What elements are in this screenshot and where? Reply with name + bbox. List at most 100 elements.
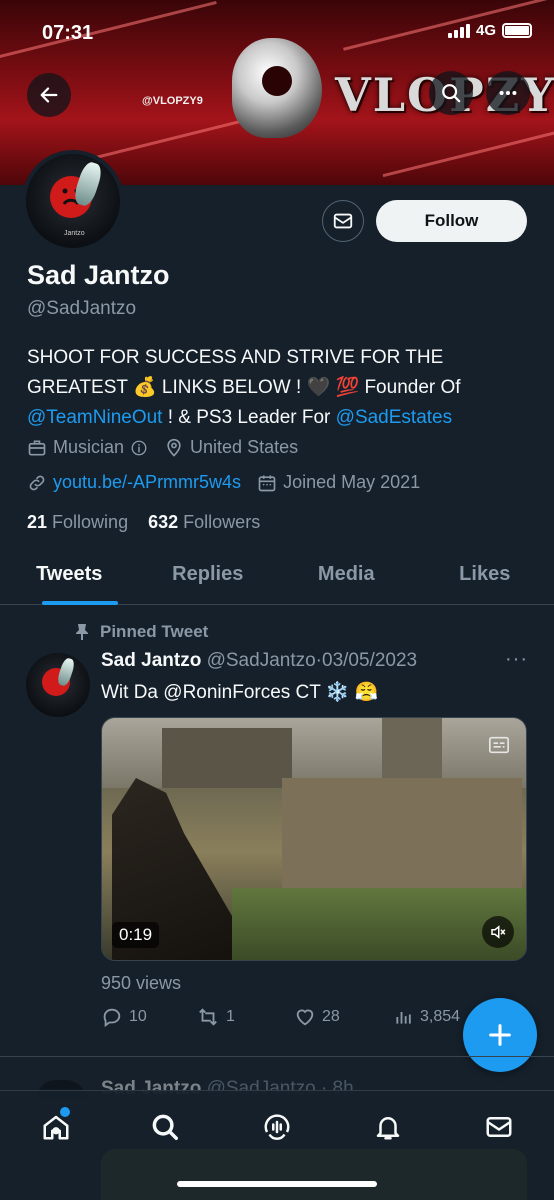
nav-home[interactable]: [38, 1107, 74, 1145]
video-building: [162, 728, 292, 788]
profile-meta-row-2: youtu.be/-APrmmr5w4s Joined May 2021: [27, 472, 436, 493]
tweet-divider: [0, 1056, 554, 1057]
profile-bio: SHOOT FOR SUCCESS AND STRIVE FOR THE GRE…: [27, 343, 527, 433]
tab-label: Replies: [172, 563, 244, 585]
tweet-header: Sad Jantzo @SadJantzo·03/05/2023: [101, 650, 417, 672]
followers-link[interactable]: 632 Followers: [148, 512, 260, 532]
following-label: Following: [52, 512, 129, 532]
home-indicator: [177, 1181, 377, 1187]
profile-avatar[interactable]: Jantzo: [22, 150, 124, 252]
mention-link-teamnineout[interactable]: @TeamNineOut: [27, 407, 162, 428]
profile-name: Sad Jantzo: [27, 260, 170, 290]
arrow-left-icon: [40, 87, 58, 103]
bell-icon: [376, 1117, 400, 1140]
follow-button[interactable]: Follow: [376, 200, 527, 242]
hundred-emoji: 💯: [335, 377, 360, 398]
battery-icon: [502, 23, 532, 38]
bio-text: ! & PS3 Leader For: [162, 407, 336, 428]
video-building: [282, 778, 522, 888]
pin-icon: [76, 624, 88, 640]
mention-link-sadestates[interactable]: @SadEstates: [336, 407, 452, 428]
website-link[interactable]: youtu.be/-APrmmr5w4s: [53, 472, 241, 493]
website-item[interactable]: youtu.be/-APrmmr5w4s: [27, 472, 241, 493]
tab-replies[interactable]: Replies: [139, 555, 278, 604]
search-icon: [152, 1114, 178, 1140]
video-views: 950 views: [101, 973, 182, 993]
more-icon: [499, 90, 517, 96]
bio-text: LINKS BELOW !: [156, 377, 307, 398]
view-count: 3,854: [420, 1008, 461, 1025]
like-button[interactable]: 28: [294, 1006, 394, 1028]
nav-spaces[interactable]: [259, 1109, 295, 1145]
envelope-icon: [486, 1117, 512, 1137]
envelope-icon: [333, 213, 353, 229]
message-button[interactable]: [322, 200, 364, 242]
money-bag-emoji: 💰: [132, 377, 157, 398]
tweet-date: 03/05/2023: [322, 650, 418, 671]
more-options-button[interactable]: [486, 71, 530, 115]
pinned-tweet-label: Pinned Tweet: [74, 622, 208, 642]
category-item: Musician: [27, 437, 148, 458]
joined-item: Joined May 2021: [257, 472, 420, 493]
tweet-avatar[interactable]: [26, 653, 90, 717]
views-button[interactable]: 3,854: [394, 1006, 460, 1028]
tweet-author[interactable]: Sad Jantzo: [101, 650, 201, 671]
tab-tweets[interactable]: Tweets: [0, 555, 139, 605]
link-icon: [29, 475, 45, 490]
info-icon[interactable]: [130, 439, 148, 457]
snowflake-emoji: ❄️: [325, 682, 350, 703]
following-link[interactable]: 21 Following: [27, 512, 128, 532]
profile-tabs: Tweets Replies Media Likes: [0, 555, 554, 605]
notification-dot: [60, 1107, 70, 1117]
tab-media[interactable]: Media: [277, 555, 416, 604]
retweet-count: 1: [226, 1008, 235, 1025]
followers-count: 632: [148, 512, 179, 532]
bio-text: SHOOT FOR SUCCESS AND STRIVE FOR THE: [27, 347, 444, 368]
tweet-body: Wit Da @RoninForces CT: [101, 682, 326, 703]
nav-notifications[interactable]: [370, 1109, 406, 1145]
back-button[interactable]: [27, 73, 71, 117]
profile-handle: @SadJantzo: [27, 298, 137, 319]
heart-icon: [296, 1009, 314, 1026]
active-tab-indicator: [42, 601, 118, 605]
nav-search[interactable]: [147, 1109, 183, 1145]
status-indicators: 4G: [447, 22, 532, 39]
briefcase-icon: [28, 440, 46, 455]
huffing-face-emoji: 😤: [354, 682, 379, 703]
search-button[interactable]: [429, 71, 473, 115]
reply-count: 10: [129, 1008, 147, 1025]
tweet-handle: @SadJantzo: [206, 650, 316, 671]
category-label: Musician: [53, 437, 125, 457]
reply-icon: [103, 1008, 121, 1028]
bio-text: Founder Of: [359, 377, 461, 398]
location-label: United States: [190, 437, 299, 457]
mute-button[interactable]: [482, 916, 514, 948]
location-item: United States: [164, 437, 298, 458]
retweet-button[interactable]: 1: [196, 1006, 294, 1028]
spaces-icon: [264, 1114, 290, 1140]
plus-icon: [489, 1024, 511, 1046]
banner-streak: [382, 125, 554, 178]
tweet-text: Wit Da @RoninForces CT ❄️ 😤: [101, 680, 378, 704]
bio-text: GREATEST: [27, 377, 133, 398]
tweet-more-button[interactable]: ···: [505, 648, 528, 671]
compose-tweet-button[interactable]: [463, 998, 537, 1072]
follow-counts: 21 Following 632 Followers: [27, 512, 260, 533]
banner-handle: @VLOPZY9: [142, 95, 203, 107]
tweet-video[interactable]: [101, 717, 527, 961]
banner-logo-hole: [262, 66, 292, 96]
network-type: 4G: [475, 22, 496, 39]
like-count: 28: [322, 1008, 340, 1025]
avatar-swoosh: [71, 159, 105, 209]
following-count: 21: [27, 512, 48, 532]
tab-likes[interactable]: Likes: [416, 555, 554, 604]
signal-icon: [447, 23, 470, 38]
nav-messages[interactable]: [481, 1109, 517, 1145]
reply-button[interactable]: 10: [101, 1006, 196, 1028]
speaker-muted-icon: [491, 925, 506, 939]
joined-label: Joined May 2021: [283, 472, 421, 492]
retweet-icon: [199, 1008, 217, 1026]
profile-meta-row: Musician United States: [27, 437, 314, 458]
captions-icon[interactable]: [488, 734, 510, 756]
followers-label: Followers: [183, 512, 261, 532]
